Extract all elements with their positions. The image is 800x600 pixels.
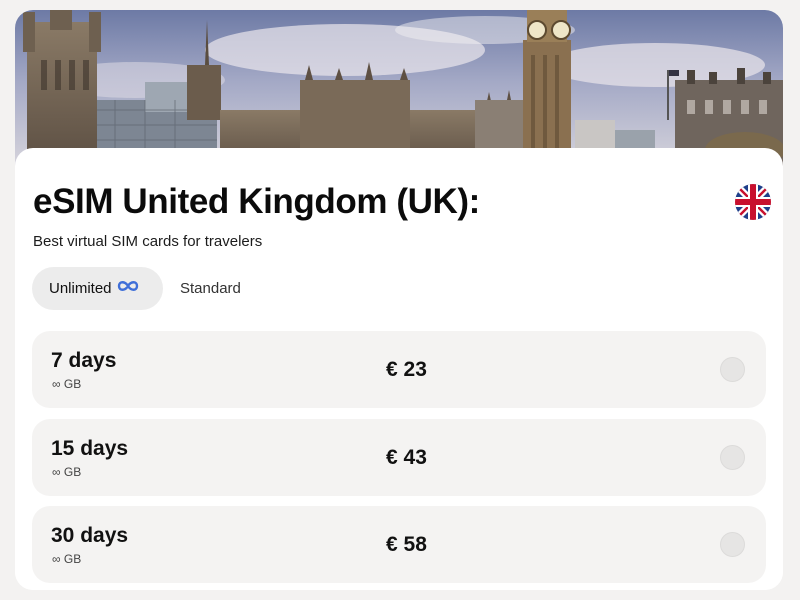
plan-price: € 43	[386, 446, 427, 469]
tab-unlimited-label: Unlimited	[49, 280, 112, 297]
plan-duration: 30 days	[51, 524, 129, 547]
plan-option-15-days[interactable]: 15 days ∞ GB € 43	[32, 419, 766, 496]
plan-radio-button[interactable]	[720, 532, 745, 557]
esim-card: eSIM United Kingdom (UK): Best virtual S…	[15, 10, 783, 590]
plan-duration: 7 days	[51, 349, 117, 372]
plan-data-amount: ∞ GB	[52, 377, 82, 391]
plan-option-30-days[interactable]: 30 days ∞ GB € 58	[32, 506, 766, 583]
tab-standard-label: Standard	[180, 280, 241, 297]
plan-option-7-days[interactable]: 7 days ∞ GB € 23	[32, 331, 766, 408]
page-title: eSIM United Kingdom (UK):	[33, 182, 480, 221]
page-subtitle: Best virtual SIM cards for travelers	[33, 233, 263, 250]
infinity-icon	[116, 267, 140, 310]
plan-duration: 15 days	[51, 437, 129, 460]
london-skyline-image	[15, 10, 783, 170]
plan-data-amount: ∞ GB	[52, 465, 82, 479]
plan-price: € 23	[386, 358, 427, 381]
content-panel: eSIM United Kingdom (UK): Best virtual S…	[15, 148, 783, 590]
tab-standard[interactable]: Standard	[180, 267, 241, 310]
plan-radio-button[interactable]	[720, 445, 745, 470]
tab-unlimited[interactable]: Unlimited	[32, 267, 163, 310]
uk-flag-icon	[735, 184, 771, 220]
plan-radio-button[interactable]	[720, 357, 745, 382]
hero-image	[15, 10, 783, 170]
plan-price: € 58	[386, 533, 427, 556]
plan-data-amount: ∞ GB	[52, 552, 82, 566]
